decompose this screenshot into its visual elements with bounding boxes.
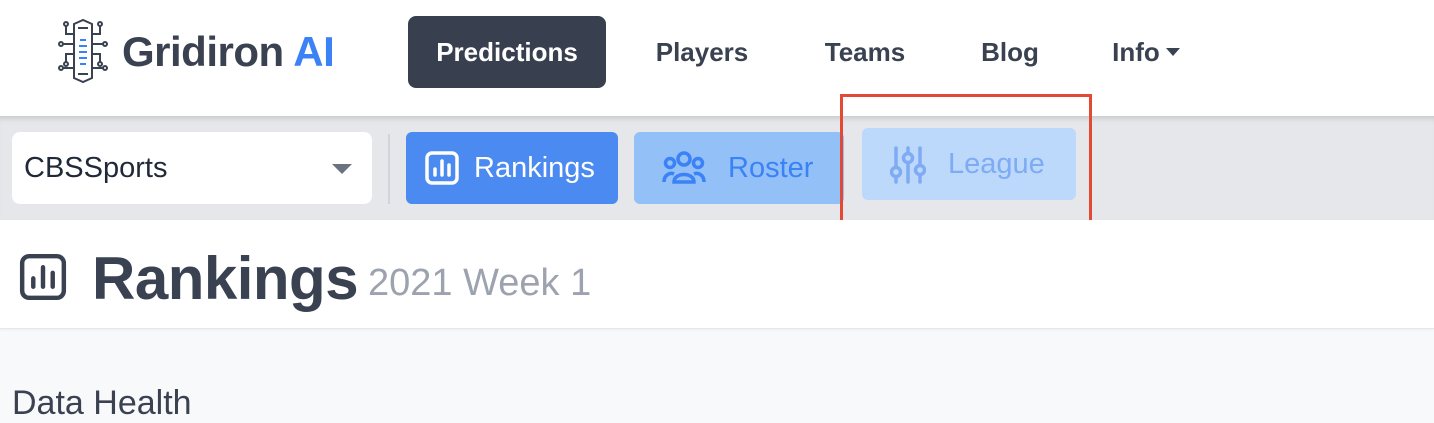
rankings-button[interactable]: Rankings <box>406 132 618 204</box>
brand-name-part1: Gridiron <box>122 28 284 75</box>
nav-players[interactable]: Players <box>638 16 766 88</box>
brand-name[interactable]: Gridiron AI <box>122 28 335 76</box>
source-select-value: CBSSports <box>24 152 168 184</box>
rankings-button-label: Rankings <box>474 152 595 184</box>
nav-teams[interactable]: Teams <box>806 16 924 88</box>
page-header: Rankings 2021 Week 1 <box>0 220 1434 329</box>
caret-down-icon <box>1165 48 1180 57</box>
top-navbar: Gridiron AI Predictions Players Teams Bl… <box>0 0 1434 116</box>
nav-info[interactable]: Info <box>1098 16 1194 88</box>
circuit-logo-icon <box>58 18 108 84</box>
nav-blog[interactable]: Blog <box>966 16 1054 88</box>
section-title: Data Health <box>12 384 192 422</box>
page-title: Rankings <box>92 245 359 312</box>
brand-name-part2: AI <box>293 28 335 75</box>
chart-bar-icon <box>19 253 67 301</box>
roster-button[interactable]: Roster <box>634 132 844 204</box>
chart-bar-icon <box>425 151 459 185</box>
users-icon <box>662 151 706 184</box>
toolbar-divider <box>388 134 390 204</box>
page-subtitle: 2021 Week 1 <box>368 262 592 304</box>
nav-predictions[interactable]: Predictions <box>408 16 606 88</box>
roster-button-label: Roster <box>728 152 814 184</box>
nav-info-label: Info <box>1112 37 1160 67</box>
source-select[interactable]: CBSSports <box>12 132 372 204</box>
chevron-down-icon <box>332 164 352 174</box>
highlight-box <box>840 94 1092 237</box>
